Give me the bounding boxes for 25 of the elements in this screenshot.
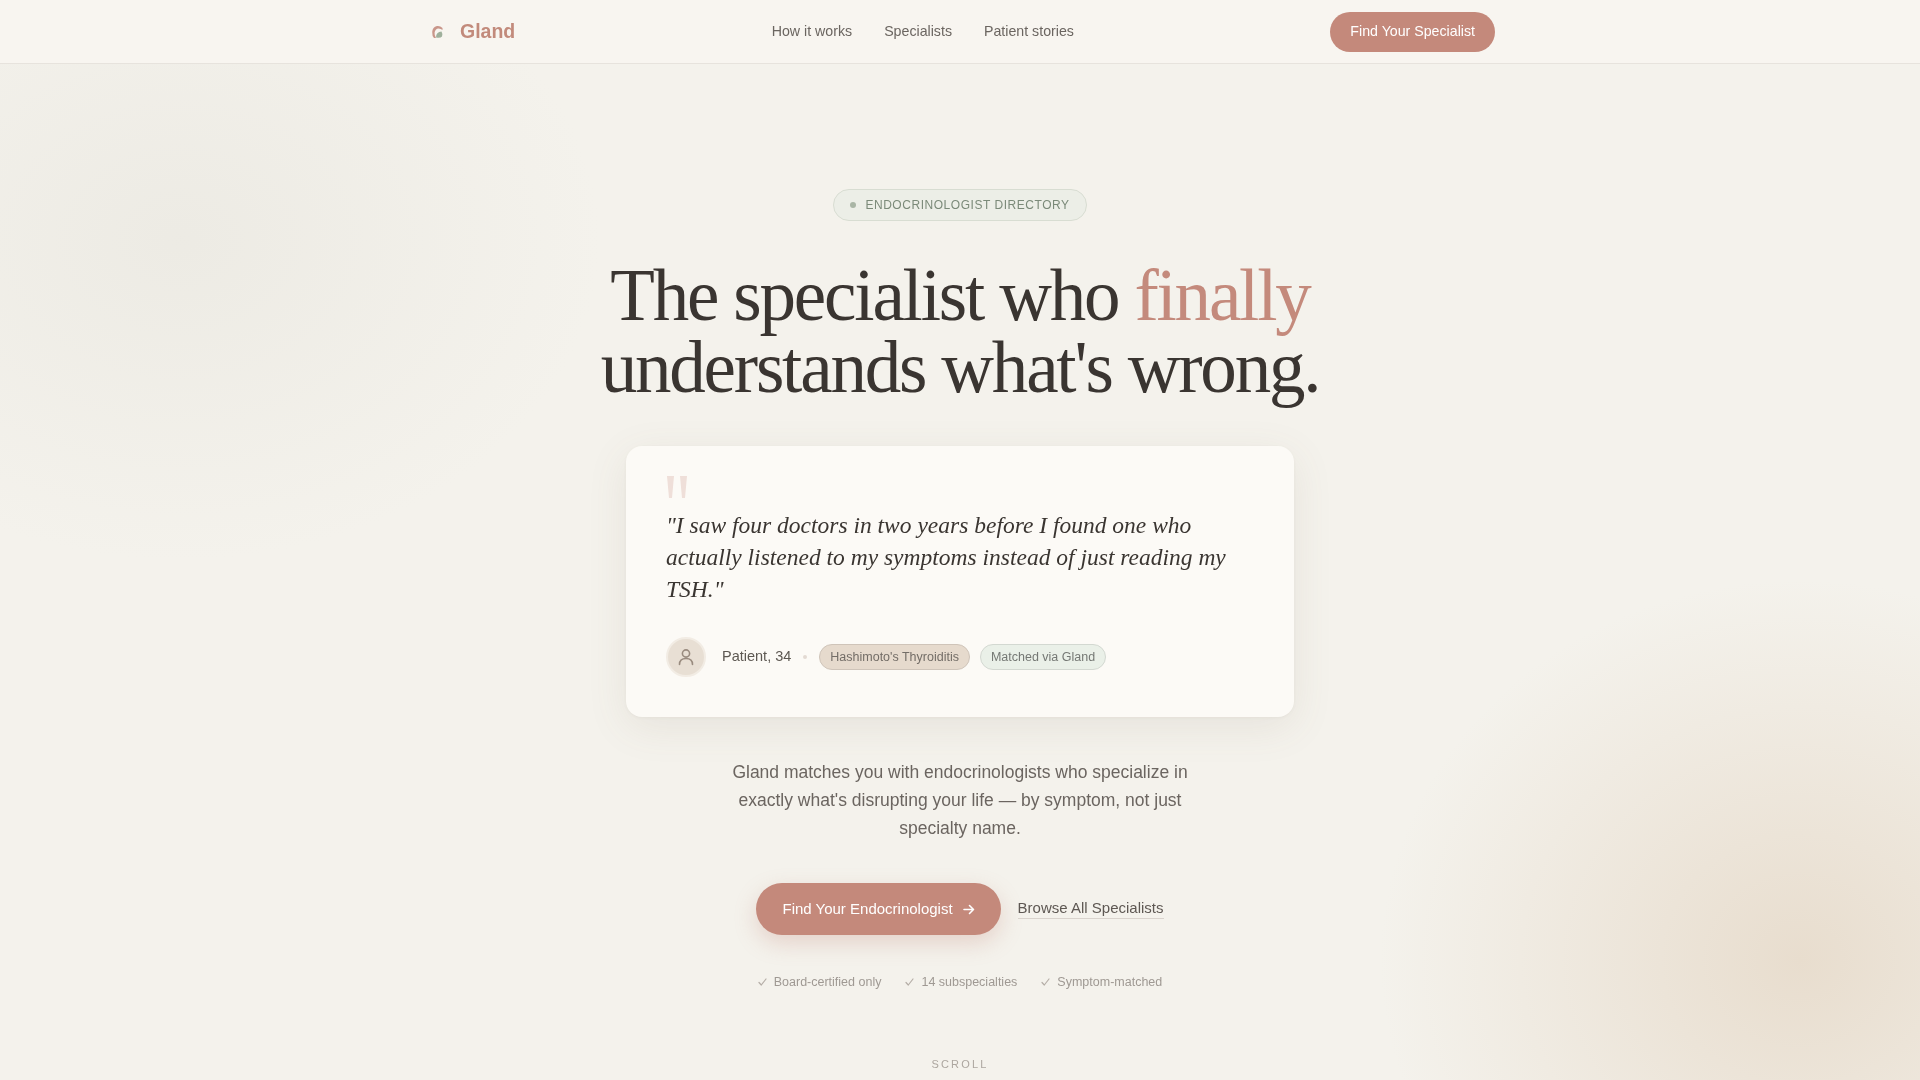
- tag: Hashimoto's Thyroiditis: [819, 644, 970, 670]
- dot-icon: [850, 202, 857, 208]
- feature-label: Symptom-matched: [1057, 974, 1163, 991]
- feature-label: Board-certified only: [773, 974, 882, 991]
- find-specialist-button[interactable]: Find Your Specialist: [1330, 11, 1495, 52]
- testimonial-quote: "I saw four doctors in two years before I found one who actually listened to my symptoms instead of just reading my TSH.": [666, 511, 1227, 604]
- scroll-hint: SCROLL: [931, 1057, 989, 1071]
- hero-description: Gland matches you with endocrinologists who specialize in exactly what's disrupting your life — by symptom, not just specialty name.: [731, 761, 1189, 840]
- avatar-icon: [666, 637, 706, 677]
- nav-link[interactable]: How it works: [771, 20, 853, 43]
- logo-icon: [431, 24, 444, 39]
- nav-link[interactable]: Specialists: [884, 20, 952, 43]
- check-icon: [1041, 978, 1051, 986]
- feature-label: 14 subspecialties: [921, 974, 1018, 991]
- patient-label: Patient, 34: [722, 647, 792, 667]
- check-icon: [757, 978, 767, 986]
- hero-headline: The specialist who finally understands what's wrong.: [599, 254, 1321, 410]
- quote-mark-icon: [666, 476, 689, 498]
- arrow-right-icon: [962, 903, 975, 915]
- check-icon: [905, 978, 915, 986]
- find-endocrinologist-button[interactable]: Find Your Endocrinologist: [756, 883, 1001, 935]
- tag: Matched via Gland: [979, 644, 1107, 670]
- nav-link[interactable]: Patient stories: [984, 20, 1074, 43]
- browse-specialists-link[interactable]: Browse All Specialists: [1017, 899, 1164, 919]
- badge-label: ENDOCRINOLOGIST DIRECTORY: [865, 197, 1070, 213]
